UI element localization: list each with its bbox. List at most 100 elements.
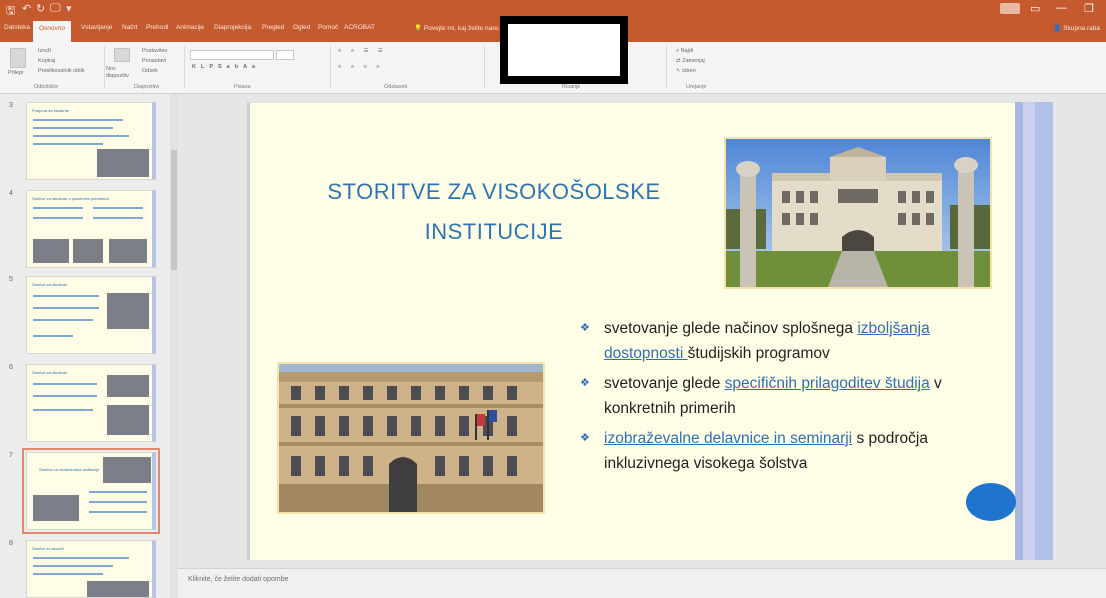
new-slide-button[interactable]: Nov diapozitiv (106, 66, 140, 80)
thumbnail-text-line (33, 307, 99, 309)
new-slide-icon[interactable] (114, 48, 130, 62)
slide-thumbnail-3[interactable]: Podpora za študente (26, 102, 156, 180)
bullet-text: svetovanje glede (604, 375, 725, 392)
thumbnail-text-line (33, 319, 93, 321)
tab-slideshow[interactable]: Diaprojekcija (214, 24, 251, 31)
thumbnail-scrollbar-thumb[interactable] (171, 150, 177, 270)
redo-icon[interactable]: ↻ (36, 2, 45, 15)
bullet-hyperlink[interactable]: specifičnih prilagoditev študija (725, 375, 930, 392)
slide-title[interactable]: STORITVE ZA VISOKOŠOLSKE INSTITUCIJE (293, 172, 695, 252)
ribbon-divider (104, 46, 105, 88)
tell-me-label: Povejte mi, kaj želite nare... (423, 25, 504, 32)
group-label-slides: Diapozitivi (134, 84, 160, 90)
bullet-item: ❖ svetovanje glede načinov splošnega izb… (580, 316, 1010, 366)
faculty-building-photo[interactable] (277, 362, 545, 514)
thumbnail-title: Storitve za visokošolske institucije (39, 467, 100, 472)
find-button[interactable]: ⌕ Najdi (676, 48, 693, 55)
bullet-diamond-icon: ❖ (580, 322, 590, 334)
minimize-button[interactable]: — (1056, 2, 1067, 14)
thumbnail-text-line (89, 511, 147, 513)
share-button[interactable]: 👤 Skupna raba (1053, 24, 1100, 32)
font-name-combobox[interactable] (190, 50, 274, 60)
person-icon: 👤 (1053, 25, 1064, 32)
group-label-paragraph: Odstavek (384, 84, 408, 90)
bullet-diamond-icon: ❖ (580, 377, 590, 389)
tab-view[interactable]: Ogled (293, 24, 310, 31)
restore-button[interactable]: ❐ (1084, 2, 1094, 15)
account-badge[interactable] (1000, 3, 1020, 14)
start-slideshow-icon[interactable]: 🖵 (50, 2, 61, 15)
slide-thumbnail-8[interactable]: Storitve in nasveti (26, 540, 156, 598)
thumbnail-text-line (93, 207, 143, 209)
section-button[interactable]: Odsek (142, 68, 158, 74)
list-buttons[interactable]: ≡ ≡ ☰ ☰ (338, 48, 387, 54)
slide-decorative-band (1035, 102, 1053, 560)
tab-help[interactable]: Pomoč (318, 24, 338, 31)
thumbnail-photo (73, 239, 103, 263)
thumbnail-photo (33, 239, 69, 263)
tab-animations[interactable]: Animacije (176, 24, 204, 31)
slide-thumbnail-6[interactable]: Storitve za študente (26, 364, 156, 442)
thumbnail-photo (97, 149, 149, 177)
tab-home[interactable]: Osnovno (33, 21, 72, 42)
tab-acrobat[interactable]: ACROBAT (344, 24, 375, 31)
slide-bullet-list[interactable]: ❖ svetovanje glede načinov splošnega izb… (580, 316, 1010, 481)
thumbnail-text-line (33, 119, 123, 121)
bullet-text: študijskih programov (687, 345, 830, 362)
thumbnail-photo (103, 457, 151, 483)
notes-placeholder[interactable]: Kliknite, če želite dodati opombe (188, 576, 288, 583)
reset-button[interactable]: Ponastavi (142, 58, 166, 64)
bullet-hyperlink[interactable]: izobraževalne delavnice in seminarji (604, 430, 852, 447)
paste-icon[interactable] (10, 48, 26, 68)
undo-icon[interactable]: ↶ (22, 2, 31, 15)
thumbnail-text-line (89, 491, 147, 493)
thumbnail-text-line (33, 143, 103, 145)
ribbon-divider (184, 46, 185, 88)
group-label-font: Pisava (234, 84, 251, 90)
tell-me-search[interactable]: 💡 Povejte mi, kaj želite nare... (414, 24, 503, 32)
thumbnail-photo (107, 375, 149, 397)
lightbulb-icon: 💡 (414, 25, 424, 32)
university-building-photo[interactable] (724, 137, 992, 289)
blue-oval-shape[interactable] (966, 483, 1016, 521)
layout-button[interactable]: Postavitev (142, 48, 167, 54)
notes-pane[interactable] (178, 568, 1106, 598)
thumbnail-title: Podpora za študente (32, 108, 69, 113)
thumbnail-text-line (33, 135, 129, 137)
font-format-buttons[interactable]: KLPSabAa (192, 64, 260, 70)
slide-thumbnail-7[interactable]: Storitve za visokošolske institucije (22, 448, 160, 534)
slide-number: 3 (9, 102, 13, 109)
thumbnail-text-line (33, 127, 113, 129)
replace-button[interactable]: ⇄ Zamenjaj (676, 58, 705, 64)
group-label-editing: Urejanje (686, 84, 707, 90)
thumbnail-text-line (89, 501, 147, 503)
slide-number: 5 (9, 276, 13, 283)
group-label-drawing: Risanje (562, 84, 581, 90)
tab-review[interactable]: Pregled (262, 24, 284, 31)
thumbnail-text-line (33, 395, 97, 397)
slide-number: 7 (9, 452, 13, 459)
tab-file[interactable]: Datoteka (4, 24, 30, 31)
slide-thumbnail-5[interactable]: Storitve za študente (26, 276, 156, 354)
bullet-item: ❖ svetovanje glede specifičnih prilagodi… (580, 371, 1010, 421)
slide-thumbnail-4[interactable]: Storitve za študente s posebnimi potreba… (26, 190, 156, 268)
thumbnail-text-line (33, 565, 113, 567)
select-button[interactable]: ↖ Izberi (676, 68, 696, 74)
slide-number: 8 (9, 540, 13, 547)
slide-decorative-band (1015, 102, 1023, 560)
tab-transitions[interactable]: Prehodi (146, 24, 168, 31)
copy-button[interactable]: Kopiraj (38, 58, 55, 64)
font-size-combobox[interactable] (276, 50, 294, 60)
format-painter-button[interactable]: Preslikovalnik oblik (38, 68, 84, 74)
alignment-buttons[interactable]: ≡ ≡ ≡ ≡ (338, 64, 383, 70)
thumbnail-photo (107, 405, 149, 435)
tab-insert[interactable]: Vstavljanje (81, 24, 112, 31)
thumbnail-text-line (33, 295, 99, 297)
tab-design[interactable]: Načrt (122, 24, 138, 31)
ribbon-display-options-icon[interactable]: ▭ (1030, 2, 1040, 15)
customize-quick-access-icon[interactable]: ▾ (66, 2, 72, 15)
bullet-text: svetovanje glede načinov splošnega (604, 320, 858, 337)
thumbnail-text-line (33, 207, 83, 209)
paste-button[interactable]: Prilepi (8, 70, 23, 76)
cut-button[interactable]: Izreži (38, 48, 51, 54)
